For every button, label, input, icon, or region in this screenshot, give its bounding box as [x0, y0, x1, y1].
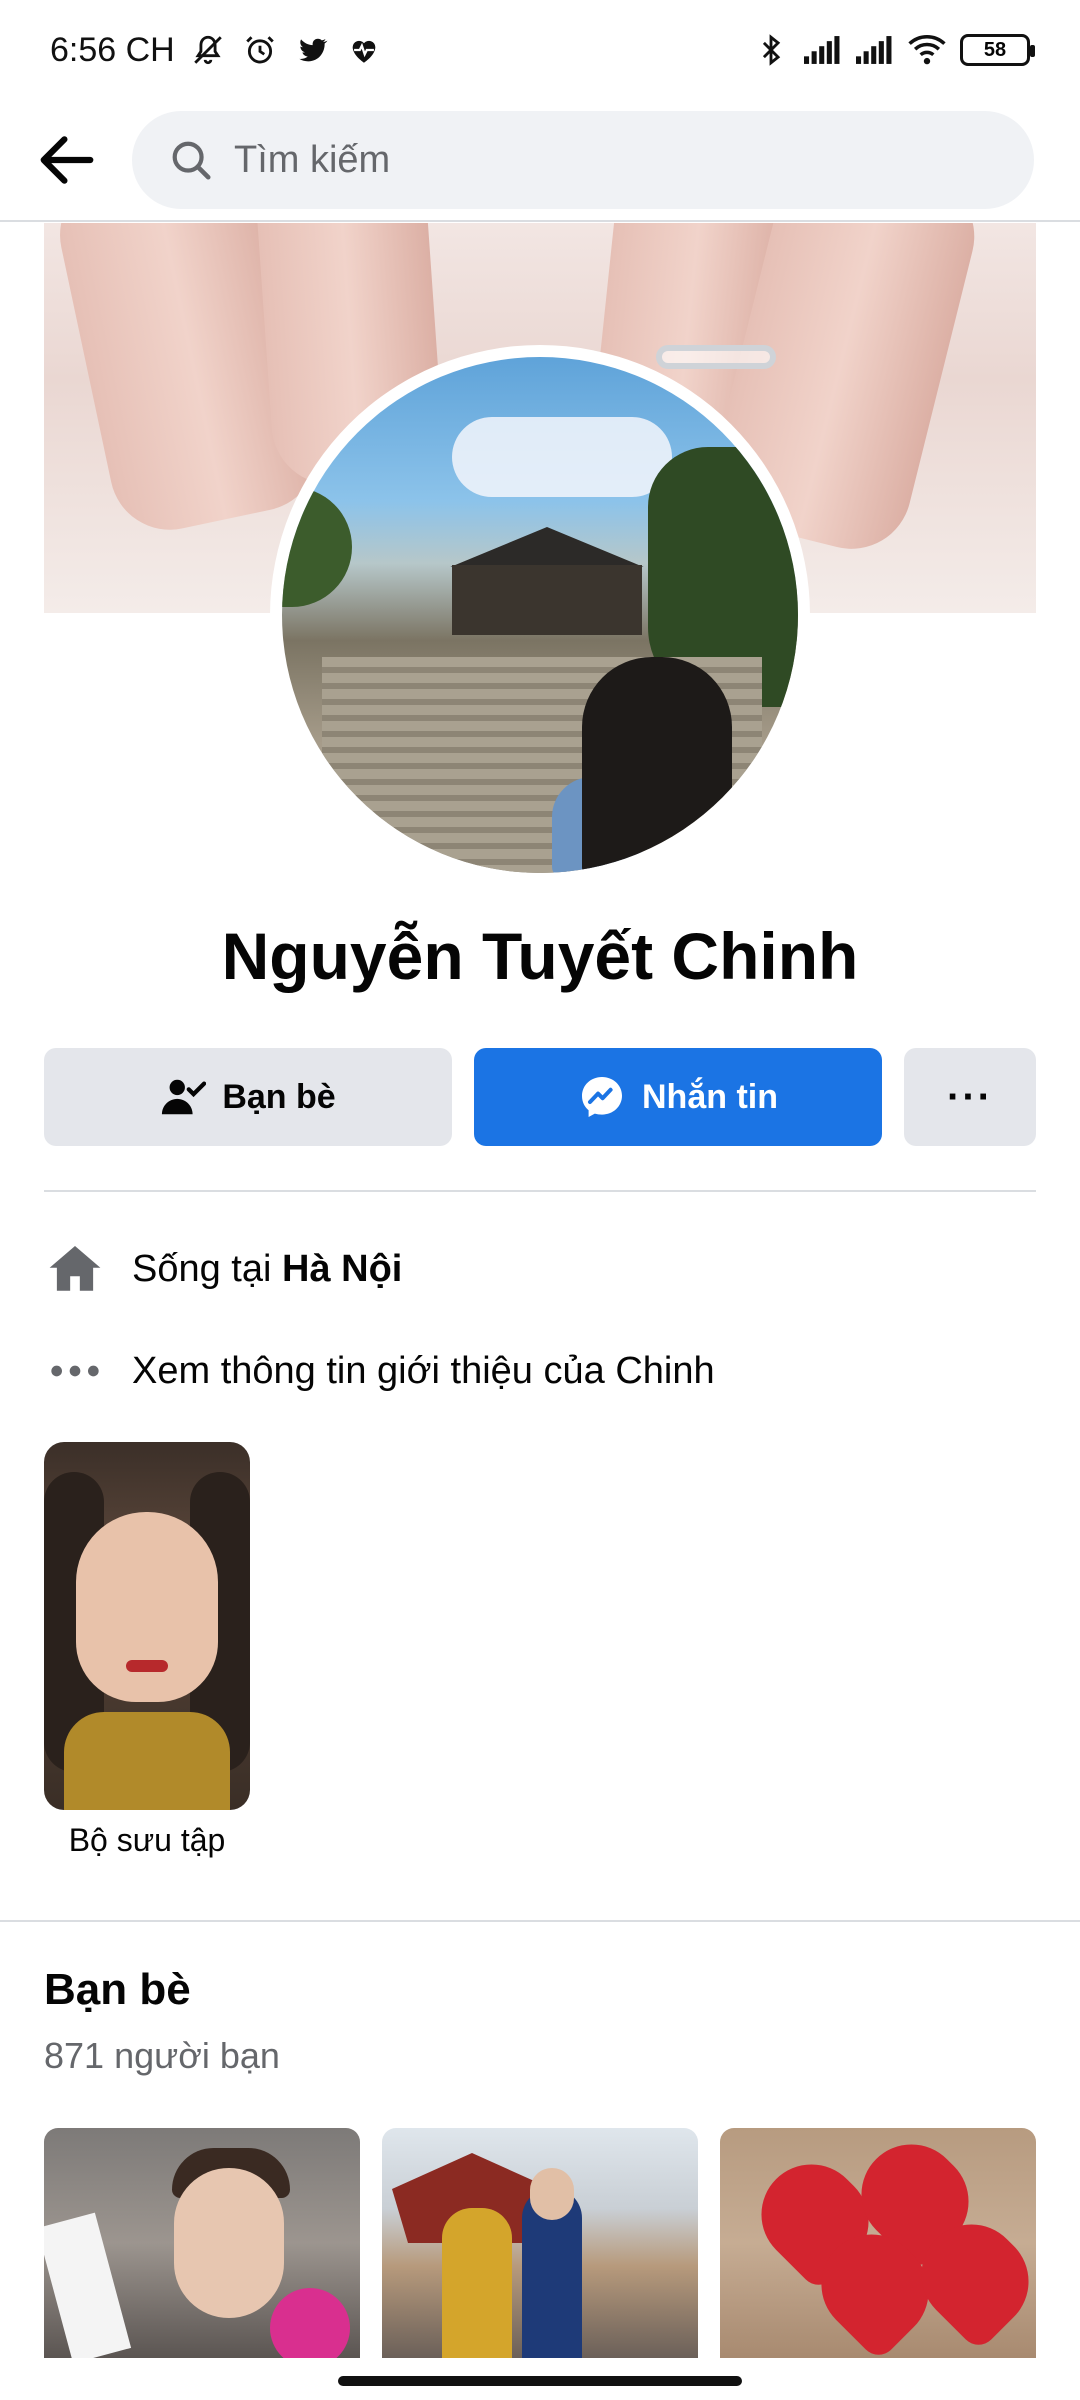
profile-picture[interactable]: [270, 345, 810, 885]
friends-button-label: Bạn bè: [222, 1077, 336, 1116]
intro-lives-text: Sống tại Hà Nội: [132, 1248, 402, 1291]
search-input[interactable]: [234, 138, 974, 182]
friends-count: 871 người bạn: [44, 2035, 280, 2076]
see-about-link[interactable]: Xem thông tin giới thiệu của Chinh: [132, 1350, 715, 1393]
friend-thumbnail[interactable]: [382, 2128, 698, 2358]
more-icon: ···: [947, 1074, 993, 1119]
ring: [656, 345, 776, 369]
heart-pulse-icon: [345, 31, 383, 69]
friends-section-title[interactable]: Bạn bè: [44, 1965, 191, 2015]
search-box[interactable]: [132, 111, 1034, 209]
status-left-icons: [189, 31, 383, 69]
top-bar: [0, 100, 1080, 222]
signal-icon: [856, 31, 894, 69]
wifi-icon: [908, 31, 946, 69]
message-button[interactable]: Nhắn tin: [474, 1048, 882, 1146]
lives-prefix: Sống tại: [132, 1247, 282, 1290]
featured-collection-label: Bộ sưu tập: [68, 1822, 226, 1858]
section-divider: [0, 1920, 1080, 1922]
battery-icon: 58: [960, 34, 1035, 66]
search-icon: [172, 141, 211, 180]
twitter-icon: [293, 31, 331, 69]
alarm-icon: [241, 31, 279, 69]
featured-collection-card[interactable]: [44, 1442, 250, 1810]
bell-off-icon: [189, 31, 227, 69]
messenger-icon: [582, 1077, 622, 1117]
signal-icon: [804, 31, 842, 69]
status-bar: 6:56 CH 58: [0, 0, 1080, 100]
lives-city: Hà Nội: [282, 1247, 403, 1290]
person-check-icon: [162, 1079, 207, 1115]
status-time: 6:56 CH: [50, 30, 175, 69]
friend-thumbnail[interactable]: [720, 2128, 1036, 2358]
avatar: [282, 357, 798, 873]
profile-actions: Bạn bè Nhắn tin ···: [44, 1048, 1036, 1146]
status-right-icons: 58: [752, 31, 1035, 69]
message-button-label: Nhắn tin: [642, 1077, 778, 1116]
divider: [44, 1190, 1036, 1192]
profile-name: Nguyễn Tuyết Chinh: [221, 919, 859, 993]
arrow-left-icon: [40, 136, 94, 184]
back-button[interactable]: [22, 115, 112, 205]
bluetooth-icon: [752, 31, 790, 69]
home-icon: [44, 1238, 106, 1300]
intro-lives-row: Sống tại Hà Nội: [44, 1234, 1036, 1304]
friend-thumbnail[interactable]: [44, 2128, 360, 2358]
friends-button[interactable]: Bạn bè: [44, 1048, 452, 1146]
intro-see-about-row[interactable]: Xem thông tin giới thiệu của Chinh: [44, 1336, 1036, 1406]
more-options-button[interactable]: ···: [904, 1048, 1036, 1146]
more-dots-icon: [44, 1340, 106, 1402]
home-indicator[interactable]: [338, 2376, 742, 2386]
